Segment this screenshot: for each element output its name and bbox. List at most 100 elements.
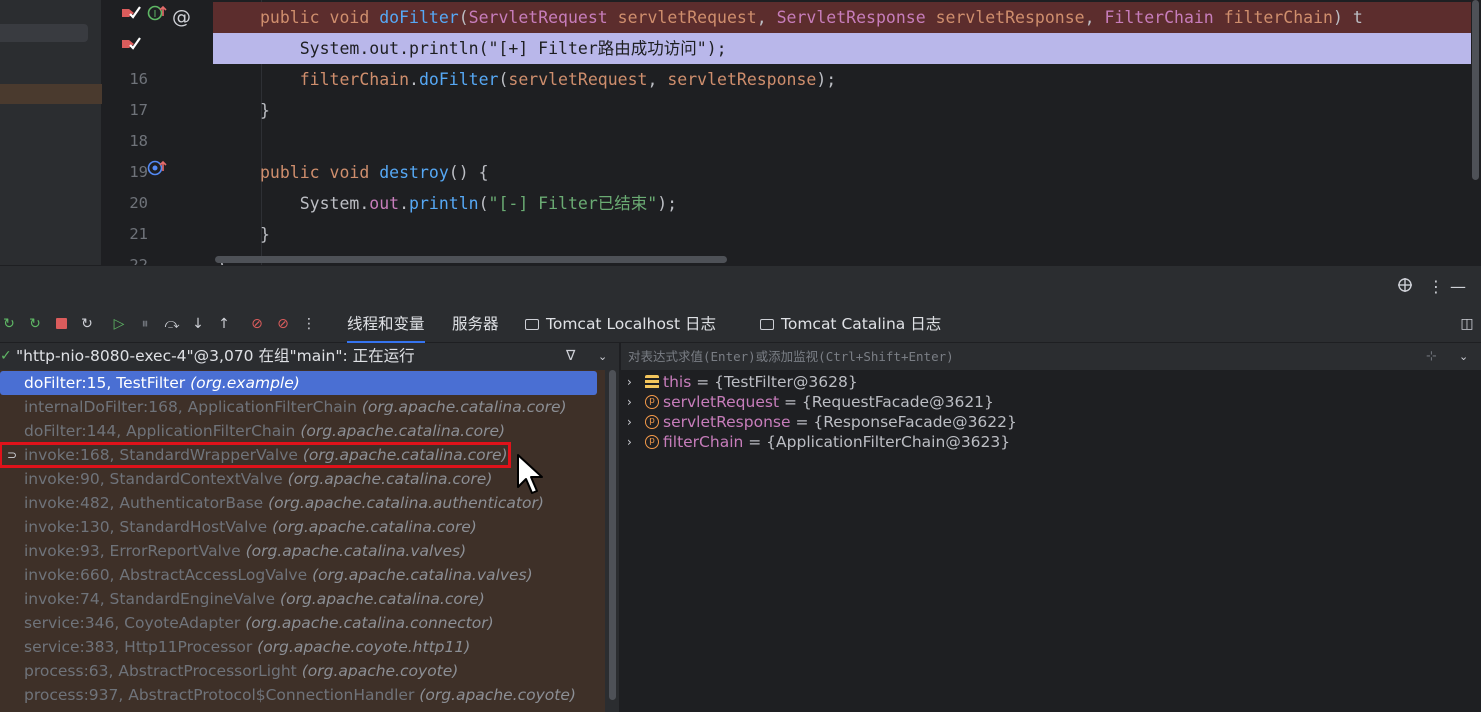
stop-icon[interactable]: [52, 315, 70, 333]
crosshair-icon[interactable]: [1397, 277, 1413, 297]
frame-method: invoke:482, AuthenticatorBase: [24, 494, 264, 512]
line-number[interactable]: 18: [102, 126, 148, 157]
more-options-icon[interactable]: ⋮: [1428, 277, 1444, 296]
stack-frame[interactable]: process:63, AbstractProcessorLight (org.…: [0, 659, 605, 683]
stack-frame[interactable]: service:346, CoyoteAdapter (org.apache.c…: [0, 611, 605, 635]
code-token: out: [369, 39, 400, 58]
frame-method: invoke:93, ErrorReportValve: [24, 542, 241, 560]
stack-frame[interactable]: internalDoFilter:168, ApplicationFilterC…: [0, 395, 605, 419]
rerun-config-icon[interactable]: ↻: [26, 315, 44, 333]
stack-frame[interactable]: invoke:482, AuthenticatorBase (org.apach…: [0, 491, 605, 515]
stack-frame[interactable]: invoke:660, AbstractAccessLogValve (org.…: [0, 563, 605, 587]
frames-scrollbar[interactable]: [609, 370, 616, 700]
code-line[interactable]: public void doFilter(ServletRequest serv…: [213, 2, 1471, 33]
editor-vertical-scrollbar[interactable]: [1472, 0, 1479, 180]
thread-selector[interactable]: ✓ "http-nio-8080-exec-4"@3,070 在组"main":…: [0, 343, 620, 370]
stack-frames-list[interactable]: doFilter:15, TestFilter (org.example) int…: [0, 370, 605, 712]
code-token: FilterChain: [1104, 8, 1214, 27]
breakpoint-check-icon[interactable]: [121, 33, 141, 64]
variable-row[interactable]: › p servletRequest = {RequestFacade@3621}: [621, 392, 1481, 412]
variable-row[interactable]: › p filterChain = {ApplicationFilterChain@…: [621, 432, 1481, 452]
tab-4[interactable]: Tomcat Catalina 日志: [760, 307, 941, 343]
code-token: servletRequest: [508, 70, 648, 89]
line-number[interactable]: 19: [102, 157, 148, 188]
step-into-icon[interactable]: ↓: [189, 315, 207, 333]
expand-chevron-icon[interactable]: ›: [627, 372, 632, 392]
stack-frame[interactable]: service:383, Http11Processor (org.apache…: [0, 635, 605, 659]
variable-name: this: [663, 373, 692, 391]
frame-method: doFilter:15, TestFilter: [24, 374, 186, 392]
tab-3[interactable]: Tomcat Localhost 日志: [525, 307, 716, 343]
variable-row[interactable]: › p servletResponse = {ResponseFacade@3622…: [621, 412, 1481, 432]
line-number[interactable]: 21: [102, 219, 148, 250]
code-line[interactable]: filterChain.doFilter(servletRequest, ser…: [213, 64, 1471, 95]
frame-package: (org.apache.catalina.core): [287, 470, 493, 488]
parameter-icon: p: [645, 395, 659, 409]
resume-icon[interactable]: ▷: [110, 315, 128, 333]
expand-chevron-icon[interactable]: ›: [627, 432, 632, 452]
override-icon[interactable]: [147, 157, 169, 188]
evaluate-expression-field[interactable]: 对表达式求值(Enter)或添加监视(Ctrl+Shift+Enter) ⊹ ⌄: [621, 343, 1481, 370]
stack-frame[interactable]: invoke:90, StandardContextValve (org.apa…: [0, 467, 605, 491]
code-token: }: [260, 101, 270, 120]
code-line[interactable]: System.out.println("[+] Filter路由成功访问");: [213, 33, 1471, 64]
variables-panel: 对表达式求值(Enter)或添加监视(Ctrl+Shift+Enter) ⊹ ⌄…: [621, 343, 1481, 712]
frame-package: (org.apache.coyote.http11): [257, 638, 471, 656]
project-tree-selected-row[interactable]: [0, 84, 102, 104]
editor-horizontal-scrollbar[interactable]: [215, 256, 727, 263]
code-token: System.: [260, 39, 370, 58]
rerun-icon[interactable]: ↻: [0, 315, 18, 333]
implements-icon[interactable]: I: [147, 2, 169, 33]
code-token: );: [706, 39, 727, 58]
chevron-down-icon[interactable]: ⌄: [1459, 343, 1468, 370]
pause-icon[interactable]: ⏸: [136, 315, 154, 333]
breakpoint-check-icon[interactable]: [121, 2, 141, 33]
field-stack-icon: [645, 375, 659, 389]
stack-frame[interactable]: process:937, AbstractProtocol$Connection…: [0, 683, 605, 707]
minimize-icon[interactable]: —: [1450, 277, 1466, 296]
stack-frame[interactable]: doFilter:15, TestFilter (org.example): [0, 371, 597, 395]
expand-chevron-icon[interactable]: ›: [627, 412, 632, 432]
code-token: println: [409, 194, 479, 213]
code-line[interactable]: [213, 126, 1471, 157]
tab-2[interactable]: 服务器: [452, 307, 499, 343]
expand-chevron-icon[interactable]: ›: [627, 392, 632, 412]
code-token: ) t: [1332, 8, 1363, 27]
more-toolbar-icon[interactable]: ⋮: [300, 315, 318, 333]
view-breakpoints-icon[interactable]: ⊘: [248, 315, 266, 333]
stack-frame[interactable]: doFilter:144, ApplicationFilterChain (or…: [0, 419, 605, 443]
variable-name: servletResponse: [663, 413, 791, 431]
code-area[interactable]: public void doFilter(ServletRequest serv…: [213, 0, 1481, 265]
annotation-icon[interactable]: @: [172, 2, 191, 34]
filter-icon[interactable]: ∇: [566, 343, 575, 370]
code-editor[interactable]: public void doFilter(ServletRequest serv…: [0, 0, 1481, 265]
variable-row[interactable]: › this = {TestFilter@3628}: [621, 372, 1481, 392]
line-number[interactable]: 16: [102, 64, 148, 95]
stack-frame[interactable]: ⊃ invoke:168, StandardWrapperValve (org.a…: [0, 442, 511, 468]
tab-1[interactable]: 线程和变量: [347, 307, 425, 343]
project-tree-row[interactable]: [0, 24, 88, 42]
code-line[interactable]: }: [213, 95, 1471, 126]
frame-package: (org.apache.catalina.valves): [312, 566, 533, 584]
mute-breakpoints-icon[interactable]: ⊘: [274, 315, 292, 333]
code-line[interactable]: public void destroy() {: [213, 157, 1471, 188]
restart-icon[interactable]: ↻: [78, 315, 96, 333]
step-out-icon[interactable]: ↑: [215, 315, 233, 333]
line-number[interactable]: 17: [102, 95, 148, 126]
frame-method: invoke:90, StandardContextValve: [24, 470, 283, 488]
layout-icon[interactable]: ◫: [1458, 315, 1476, 333]
stack-frame[interactable]: invoke:93, ErrorReportValve (org.apache.…: [0, 539, 605, 563]
frame-method: invoke:130, StandardHostValve: [24, 518, 268, 536]
add-watch-icon[interactable]: ⊹: [1426, 343, 1437, 370]
frame-method: invoke:660, AbstractAccessLogValve: [24, 566, 308, 584]
line-number[interactable]: 22: [102, 250, 148, 265]
stack-frame[interactable]: invoke:130, StandardHostValve (org.apach…: [0, 515, 605, 539]
code-token: System.: [260, 194, 370, 213]
code-line[interactable]: System.out.println("[-] Filter已结束");: [213, 188, 1471, 219]
line-number[interactable]: 20: [102, 188, 148, 219]
code-line[interactable]: }: [213, 219, 1471, 250]
stack-frame[interactable]: invoke:74, StandardEngineValve (org.apac…: [0, 587, 605, 611]
chevron-down-icon[interactable]: ⌄: [598, 343, 607, 370]
step-over-icon[interactable]: ⤼: [163, 315, 181, 333]
